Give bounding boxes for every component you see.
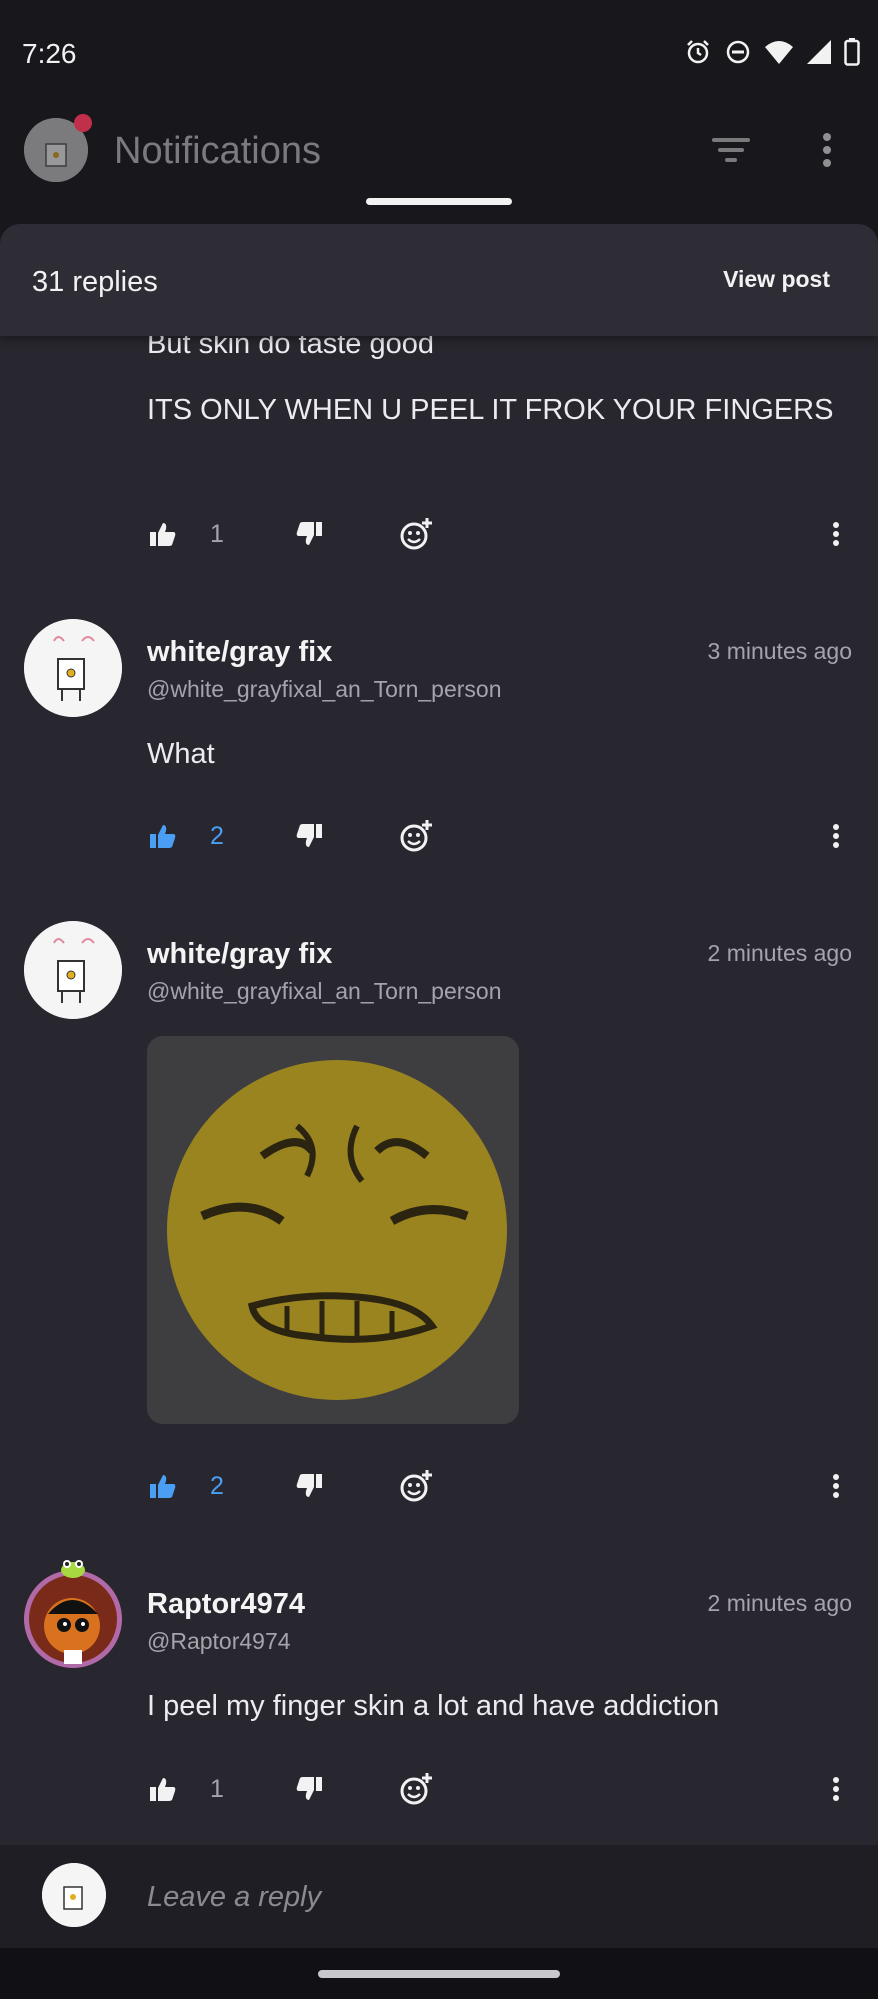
comment-actions: 2 xyxy=(0,1466,878,1516)
avatar xyxy=(42,1863,106,1927)
like-count: 2 xyxy=(210,822,224,850)
page-title: Notifications xyxy=(114,130,321,172)
comment-timestamp: 2 minutes ago xyxy=(707,940,852,966)
thumbs-up-icon[interactable] xyxy=(146,816,180,856)
thumbs-down-icon[interactable] xyxy=(292,816,326,856)
more-vert-icon[interactable] xyxy=(826,816,846,856)
comment-username[interactable]: Raptor4974 xyxy=(147,1588,305,1621)
comment-actions: 2 xyxy=(0,816,878,866)
like-count: 1 xyxy=(210,1775,224,1803)
comment-handle: @white_grayfixal_an_Torn_person xyxy=(147,978,502,1004)
system-nav-bar xyxy=(0,1948,878,1999)
emoji-add-icon[interactable] xyxy=(396,514,436,554)
avatar[interactable] xyxy=(24,1570,122,1668)
avatar[interactable] xyxy=(24,619,122,717)
replies-count: 31 replies xyxy=(32,266,158,298)
reply-input[interactable]: Leave a reply xyxy=(147,1881,321,1914)
comment-image[interactable] xyxy=(147,1036,519,1424)
comment-handle: @Raptor4974 xyxy=(147,1628,291,1654)
emoji-add-icon[interactable] xyxy=(396,1769,436,1809)
thumbs-down-icon[interactable] xyxy=(292,1769,326,1809)
comment-handle: @white_grayfixal_an_Torn_person xyxy=(147,676,502,702)
thumbs-up-icon[interactable] xyxy=(146,1466,180,1506)
more-vert-icon[interactable] xyxy=(826,1769,846,1809)
status-time: 7:26 xyxy=(22,38,77,69)
emoji-add-icon[interactable] xyxy=(396,1466,436,1506)
like-count: 1 xyxy=(210,520,224,548)
thumbs-up-icon[interactable] xyxy=(146,514,180,554)
comment-timestamp: 2 minutes ago xyxy=(707,1590,852,1616)
comment-text: What xyxy=(147,738,215,770)
comment-text: I peel my finger skin a lot and have add… xyxy=(147,1690,720,1722)
avatar[interactable] xyxy=(24,921,122,1019)
comment-actions: 1 xyxy=(0,514,878,564)
notification-dot xyxy=(74,114,92,132)
like-count: 2 xyxy=(210,1472,224,1500)
comment-text: ITS ONLY WHEN U PEEL IT FROK YOUR FINGER… xyxy=(147,394,834,426)
view-post-button[interactable]: View post xyxy=(723,266,830,293)
comment-timestamp: 3 minutes ago xyxy=(707,638,852,664)
comment-actions: 1 xyxy=(0,1769,878,1819)
thumbs-down-icon[interactable] xyxy=(292,514,326,554)
sheet-header: 31 replies View post xyxy=(0,224,878,336)
reply-composer: Leave a reply xyxy=(0,1845,878,1948)
status-icons xyxy=(684,38,860,66)
thumbs-down-icon[interactable] xyxy=(292,1466,326,1506)
signal-icon xyxy=(807,40,831,64)
replies-sheet: 31 replies View post But skin do taste g… xyxy=(0,224,878,1948)
battery-icon xyxy=(844,38,860,66)
more-vert-icon[interactable] xyxy=(826,514,846,554)
wifi-icon xyxy=(765,41,793,64)
comment-username[interactable]: white/gray fix xyxy=(147,636,332,669)
alarm-icon xyxy=(687,40,709,64)
status-bar: 7:26 xyxy=(0,0,878,110)
sheet-drag-handle[interactable] xyxy=(366,198,512,205)
more-vert-icon[interactable] xyxy=(826,1466,846,1506)
home-gesture-pill[interactable] xyxy=(318,1970,560,1978)
dnd-icon xyxy=(726,40,750,64)
app-header: Notifications xyxy=(0,110,878,220)
filter-icon[interactable] xyxy=(710,134,752,166)
comment-username[interactable]: white/gray fix xyxy=(147,938,332,971)
emoji-add-icon[interactable] xyxy=(396,816,436,856)
thumbs-up-icon[interactable] xyxy=(146,1769,180,1809)
frog-badge-icon xyxy=(61,1560,85,1578)
more-vert-icon[interactable] xyxy=(820,132,834,168)
